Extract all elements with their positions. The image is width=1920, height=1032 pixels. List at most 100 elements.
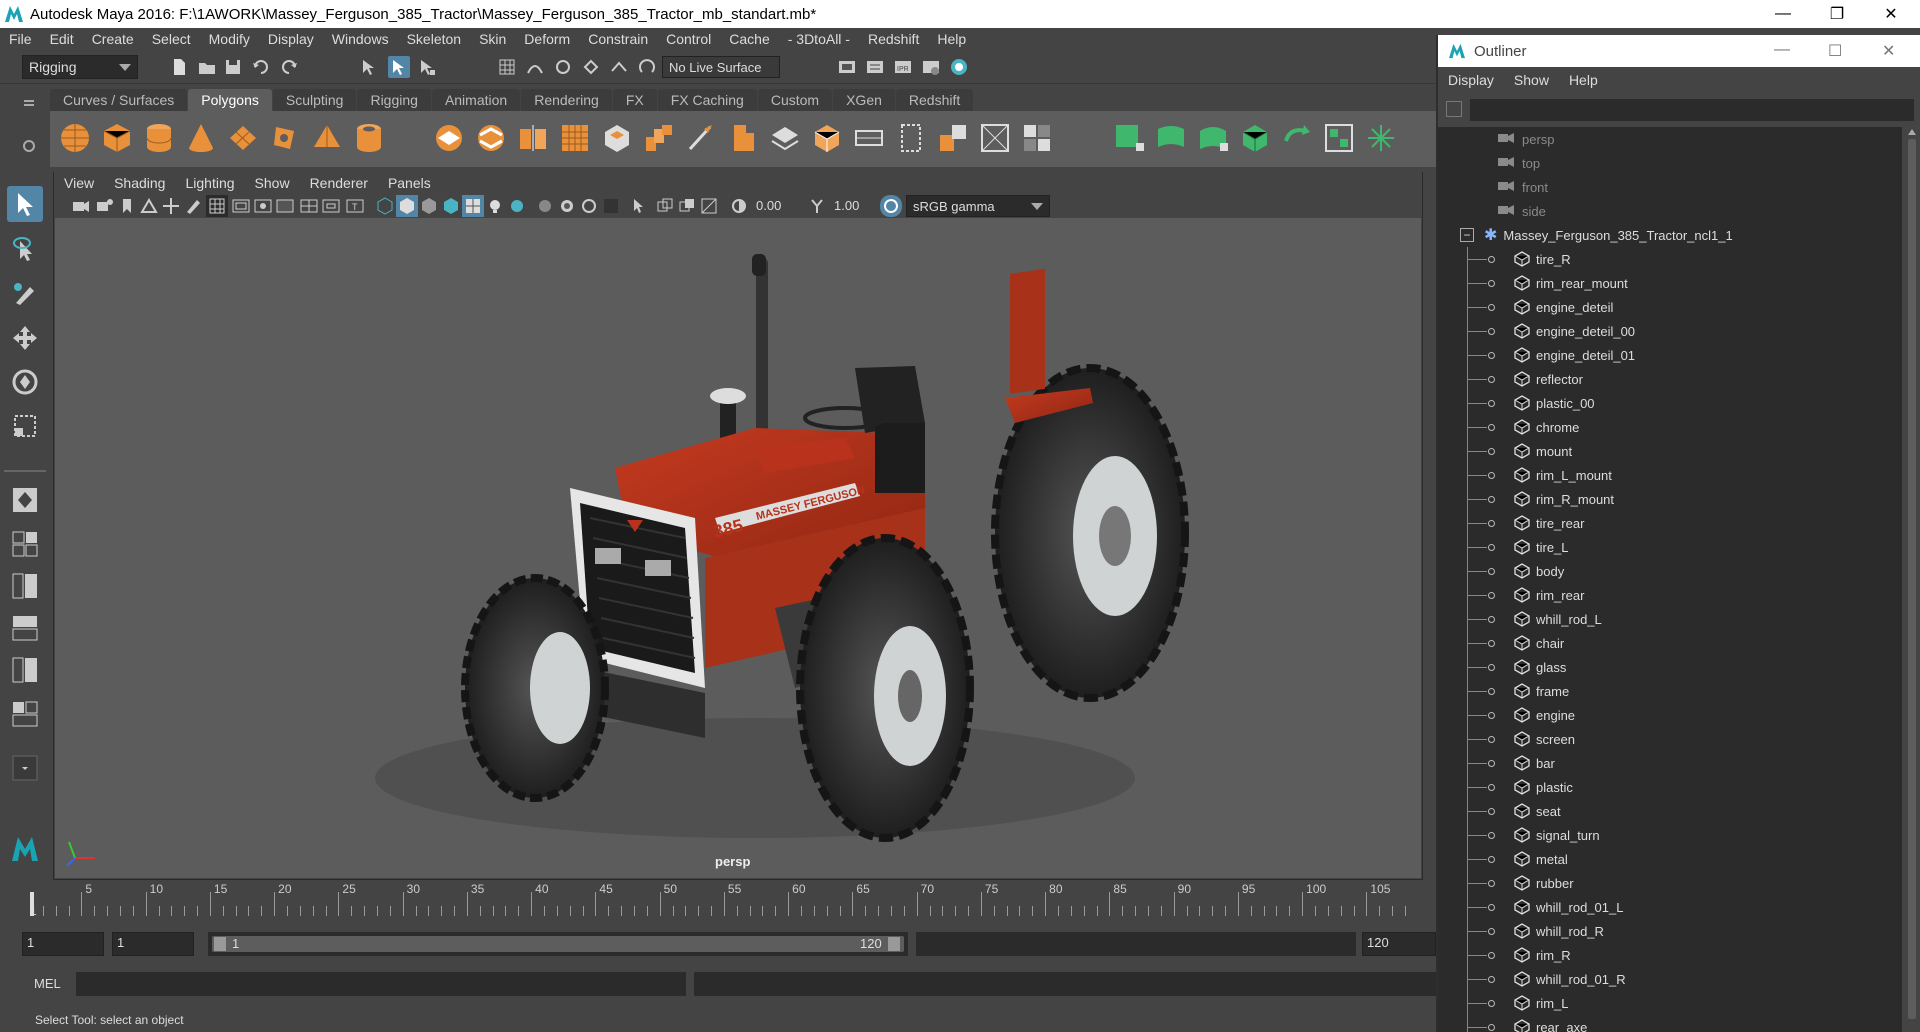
poly-sphere-icon[interactable] xyxy=(56,119,94,157)
3dtoall-scatter-icon[interactable] xyxy=(1362,119,1400,157)
outliner-item-mesh[interactable]: tire_R xyxy=(1438,247,1902,271)
3dtoall-checker-icon[interactable] xyxy=(1320,119,1358,157)
outliner-item-camera[interactable]: top xyxy=(1438,151,1902,175)
expand-dot-icon[interactable] xyxy=(1488,784,1495,791)
expand-dot-icon[interactable] xyxy=(1488,736,1495,743)
expand-dot-icon[interactable] xyxy=(1488,664,1495,671)
outliner-item-mesh[interactable]: engine_deteil xyxy=(1438,295,1902,319)
panel-menu-renderer[interactable]: Renderer xyxy=(300,175,378,191)
render-view-icon[interactable] xyxy=(948,56,970,78)
expand-dot-icon[interactable] xyxy=(1488,1024,1495,1031)
shadows-icon[interactable] xyxy=(506,195,528,217)
tab-animation[interactable]: Animation xyxy=(431,89,521,111)
expand-dot-icon[interactable] xyxy=(1488,904,1495,911)
snap-live-icon[interactable] xyxy=(636,56,658,78)
tab-fx[interactable]: FX xyxy=(612,89,657,111)
expand-dot-icon[interactable] xyxy=(1488,400,1495,407)
bridge-icon[interactable] xyxy=(640,119,678,157)
gamma-field[interactable]: 1.00 xyxy=(830,196,872,216)
menu-skeleton[interactable]: Skeleton xyxy=(398,31,470,47)
menu-create[interactable]: Create xyxy=(83,31,143,47)
3dtoall-cube-icon[interactable] xyxy=(1236,119,1274,157)
select-object-icon[interactable] xyxy=(388,56,410,78)
outliner-item-mesh[interactable]: chrome xyxy=(1438,415,1902,439)
tab-xgen[interactable]: XGen xyxy=(833,89,895,111)
close-icon[interactable]: ✕ xyxy=(1864,0,1918,28)
tab-fx-caching[interactable]: FX Caching xyxy=(657,89,757,111)
outliner-item-mesh[interactable]: plastic_00 xyxy=(1438,391,1902,415)
append-polygon-icon[interactable] xyxy=(766,119,804,157)
outliner-menu-help[interactable]: Help xyxy=(1559,72,1608,88)
expand-dot-icon[interactable] xyxy=(1488,640,1495,647)
outliner-item-mesh[interactable]: bar xyxy=(1438,751,1902,775)
smooth-icon[interactable] xyxy=(556,119,594,157)
anti-aliasing-icon[interactable] xyxy=(578,195,600,217)
outliner-item-camera[interactable]: persp xyxy=(1438,127,1902,151)
field-chart-icon[interactable] xyxy=(298,195,320,217)
hypershade-layout-icon[interactable] xyxy=(7,652,43,688)
motion-blur-icon[interactable] xyxy=(556,195,578,217)
extrude-icon[interactable] xyxy=(598,119,636,157)
new-scene-icon[interactable] xyxy=(168,56,190,78)
outliner-persp-layout-icon[interactable] xyxy=(7,568,43,604)
paint-select-tool-icon[interactable] xyxy=(7,276,43,312)
menu-cache[interactable]: Cache xyxy=(720,31,778,47)
render-settings-icon[interactable]: IPR xyxy=(892,56,914,78)
camera-select-icon[interactable] xyxy=(70,195,92,217)
expand-dot-icon[interactable] xyxy=(1488,544,1495,551)
expand-dot-icon[interactable] xyxy=(1488,280,1495,287)
tab-rendering[interactable]: Rendering xyxy=(521,89,612,111)
panel-menu-view[interactable]: View xyxy=(54,175,104,191)
xray-icon[interactable] xyxy=(654,195,676,217)
menu-modify[interactable]: Modify xyxy=(200,31,259,47)
minimize-icon[interactable]: — xyxy=(1756,0,1810,28)
wireframe-on-shaded-icon[interactable] xyxy=(440,195,462,217)
outliner-item-mesh[interactable]: reflector xyxy=(1438,367,1902,391)
resolution-gate-icon[interactable] xyxy=(252,195,274,217)
outliner-item-mesh[interactable]: whill_rod_L xyxy=(1438,607,1902,631)
four-pane-layout-icon[interactable] xyxy=(7,526,43,562)
grease-pencil-icon[interactable] xyxy=(182,195,204,217)
expand-dot-icon[interactable] xyxy=(1488,1000,1495,1007)
outliner-item-mesh[interactable]: glass xyxy=(1438,655,1902,679)
outliner-item-mesh[interactable]: chair xyxy=(1438,631,1902,655)
layout-uv-icon[interactable] xyxy=(1018,119,1056,157)
uv-editor-icon[interactable] xyxy=(850,119,888,157)
outliner-item-mesh[interactable]: tire_L xyxy=(1438,535,1902,559)
panel-menu-lighting[interactable]: Lighting xyxy=(175,175,244,191)
outliner-item-mesh[interactable]: signal_turn xyxy=(1438,823,1902,847)
outliner-tree[interactable]: persp top front side − ✱ Massey_Ferguson_385_T… xyxy=(1438,127,1902,1032)
color-management-icon[interactable] xyxy=(880,195,902,217)
separate-icon[interactable] xyxy=(472,119,510,157)
expand-dot-icon[interactable] xyxy=(1488,496,1495,503)
range-start-handle[interactable] xyxy=(214,937,226,951)
tab-polygons[interactable]: Polygons xyxy=(188,89,272,111)
filter-icon[interactable] xyxy=(1446,101,1462,117)
xray-joints-icon[interactable] xyxy=(676,195,698,217)
3dtoall-refresh-icon[interactable] xyxy=(1278,119,1316,157)
default-material-icon[interactable] xyxy=(418,195,440,217)
expand-dot-icon[interactable] xyxy=(1488,592,1495,599)
view-transform-dropdown[interactable]: sRGB gamma xyxy=(906,195,1050,217)
expand-dot-icon[interactable] xyxy=(1488,880,1495,887)
outliner-item-mesh[interactable]: engine xyxy=(1438,703,1902,727)
panel-menu-panels[interactable]: Panels xyxy=(378,175,441,191)
snap-view-icon[interactable] xyxy=(580,56,602,78)
lasso-tool-icon[interactable] xyxy=(7,232,43,268)
outliner-item-mesh[interactable]: whill_rod_R xyxy=(1438,919,1902,943)
expand-dot-icon[interactable] xyxy=(1488,832,1495,839)
safe-action-icon[interactable] xyxy=(320,195,342,217)
select-tool-icon[interactable] xyxy=(7,186,43,222)
bookmark-icon[interactable] xyxy=(116,195,138,217)
outliner-item-mesh[interactable]: plastic xyxy=(1438,775,1902,799)
range-bar-handle[interactable] xyxy=(212,936,904,952)
poly-cylinder-icon[interactable] xyxy=(140,119,178,157)
2d-pan-zoom-icon[interactable] xyxy=(160,195,182,217)
menu-select[interactable]: Select xyxy=(143,31,200,47)
menu-set-dropdown[interactable]: Rigging xyxy=(22,55,138,79)
tab-custom[interactable]: Custom xyxy=(757,89,833,111)
outliner-item-mesh[interactable]: rim_L_mount xyxy=(1438,463,1902,487)
uv-layout-icon[interactable] xyxy=(7,696,43,732)
automatic-map-icon[interactable] xyxy=(976,119,1014,157)
command-input[interactable] xyxy=(76,972,686,996)
